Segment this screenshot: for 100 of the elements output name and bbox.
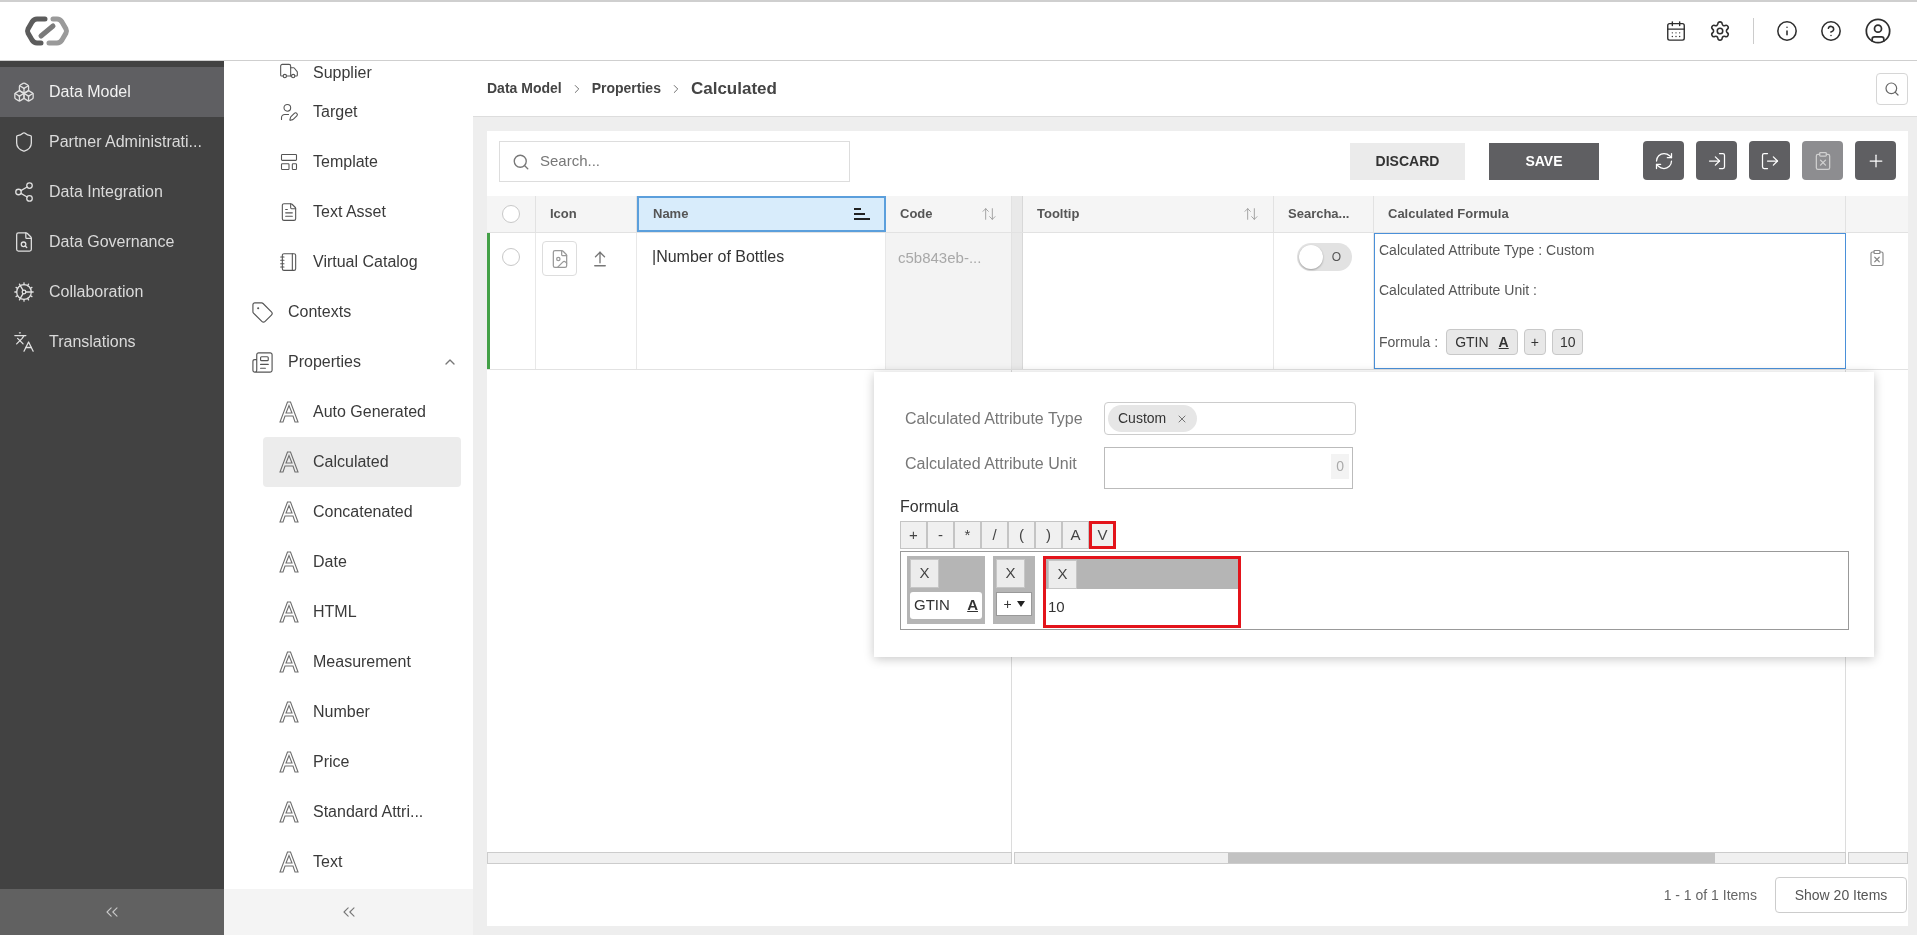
- scrollbar-thumb[interactable]: [1228, 853, 1715, 863]
- shield-icon: [13, 131, 35, 153]
- remove-button[interactable]: X: [910, 559, 939, 588]
- truck-icon: [279, 61, 299, 81]
- column-header[interactable]: Calculated Formula: [1374, 196, 1846, 232]
- operator-button[interactable]: *: [954, 521, 981, 549]
- nav-item[interactable]: Data Integration: [0, 167, 224, 217]
- save-button[interactable]: SAVE: [1489, 143, 1599, 180]
- column-header[interactable]: Searcha...: [1274, 196, 1374, 232]
- breadcrumb-link[interactable]: Properties: [591, 78, 661, 99]
- nav-item[interactable]: Virtual Catalog: [263, 237, 461, 287]
- import-button[interactable]: [1696, 141, 1737, 180]
- select-all-checkbox[interactable]: [502, 205, 520, 223]
- search-field[interactable]: Search...: [499, 141, 850, 182]
- caret-down-icon: [1016, 601, 1025, 607]
- operator-button[interactable]: +: [900, 521, 927, 549]
- letter-a-icon: [279, 851, 299, 873]
- nav-item[interactable]: Date: [263, 537, 461, 587]
- letter-a-icon: [279, 751, 299, 773]
- nav-item[interactable]: Properties: [238, 337, 472, 387]
- document-icon: [279, 202, 299, 222]
- operator-button[interactable]: A: [1062, 521, 1089, 549]
- search-icon: [1884, 80, 1900, 97]
- nav-item[interactable]: Translations: [0, 317, 224, 367]
- add-button[interactable]: [1855, 141, 1896, 180]
- arrow-into-box-icon: [1706, 150, 1727, 171]
- nav-item[interactable]: Calculated: [263, 437, 461, 487]
- operator-button[interactable]: -: [927, 521, 954, 549]
- remove-button[interactable]: X: [996, 559, 1025, 588]
- nav-item[interactable]: Data Model: [0, 67, 224, 117]
- template-icon: [279, 152, 299, 172]
- nav-item[interactable]: Supplier: [263, 61, 461, 87]
- value-field[interactable]: 10: [1046, 589, 1238, 625]
- letter-a-icon: [279, 601, 299, 623]
- nav-item[interactable]: Price: [263, 737, 461, 787]
- operator-button[interactable]: V: [1089, 521, 1116, 549]
- nav-item[interactable]: Text: [263, 837, 461, 887]
- letter-a-icon: [279, 451, 299, 473]
- remove-button[interactable]: X: [1048, 560, 1077, 589]
- help-icon[interactable]: [1820, 20, 1842, 42]
- operator-select[interactable]: +: [996, 592, 1032, 616]
- upload-icon[interactable]: [591, 250, 609, 268]
- discard-button[interactable]: DISCARD: [1350, 143, 1465, 180]
- image-placeholder-icon[interactable]: [542, 241, 577, 276]
- nav-item[interactable]: Number: [263, 687, 461, 737]
- nav-item[interactable]: Data Governance: [0, 217, 224, 267]
- refresh-icon: [1653, 150, 1674, 171]
- page-size-button[interactable]: Show 20 Items: [1775, 877, 1907, 913]
- type-glyph: A: [967, 595, 978, 616]
- nav-item[interactable]: Measurement: [263, 637, 461, 687]
- refresh-button[interactable]: [1643, 141, 1684, 180]
- letter-a-icon: [279, 801, 299, 823]
- token-chip: +: [1523, 329, 1546, 355]
- sort-arrows-icon[interactable]: [981, 206, 997, 222]
- notebook-icon: [279, 252, 299, 272]
- field-label: Calculated Attribute Unit: [905, 454, 1078, 474]
- calendar-icon[interactable]: [1665, 20, 1687, 42]
- letter-a-icon: [279, 701, 299, 723]
- nav-item[interactable]: HTML: [263, 587, 461, 637]
- search-icon: [512, 152, 530, 171]
- sort-lines-icon[interactable]: [854, 208, 870, 220]
- info-icon[interactable]: [1776, 20, 1798, 42]
- nav-item[interactable]: Collaboration: [0, 267, 224, 317]
- operator-button[interactable]: /: [981, 521, 1008, 549]
- letter-a-icon: [279, 651, 299, 673]
- clipboard-x-icon[interactable]: [1868, 249, 1886, 267]
- settings-icon[interactable]: [1709, 20, 1731, 42]
- user-pen-icon: [279, 102, 299, 122]
- export-button[interactable]: [1749, 141, 1790, 180]
- toggle-switch[interactable]: O: [1297, 243, 1352, 271]
- column-header[interactable]: Tooltip: [1023, 196, 1274, 232]
- nav-item[interactable]: Contexts: [238, 287, 472, 337]
- section-label: Formula: [900, 498, 959, 516]
- operator-button[interactable]: (: [1008, 521, 1035, 549]
- nav-item[interactable]: Concatenated: [263, 487, 461, 537]
- letter-a-icon: [279, 401, 299, 423]
- tag-icon: [251, 300, 274, 324]
- nav-item[interactable]: Standard Attri...: [263, 787, 461, 837]
- nav-item[interactable]: Target: [263, 87, 461, 137]
- user-avatar-icon[interactable]: [1864, 17, 1892, 45]
- column-header[interactable]: Name: [637, 196, 886, 232]
- pagination-summary: 1 - 1 of 1 Items: [1663, 885, 1757, 905]
- nav-item[interactable]: Template: [263, 137, 461, 187]
- operator-button[interactable]: ): [1035, 521, 1062, 549]
- breadcrumb-link[interactable]: Data Model: [487, 78, 562, 99]
- tags-field[interactable]: Custom: [1104, 402, 1356, 435]
- row-checkbox[interactable]: [502, 248, 520, 266]
- table-cell: c5b843eb-...: [886, 233, 1012, 369]
- nav-item[interactable]: Text Asset: [263, 187, 461, 237]
- search-button[interactable]: [1876, 72, 1908, 105]
- formula-text: Formula :: [1379, 332, 1439, 352]
- nav-item[interactable]: Partner Administrati...: [0, 117, 224, 167]
- field-label: Calculated Attribute Type: [905, 408, 1084, 429]
- sort-arrows-icon[interactable]: [1243, 206, 1259, 222]
- counter-badge: 0: [1331, 454, 1349, 479]
- letter-a-icon: [279, 501, 299, 523]
- formula-cell[interactable]: Calculated Attribute Type : Custom Calculated Attribute Unit : Formula : GTIN A + 10: [1374, 233, 1846, 369]
- formula-text: Calculated Attribute Type : Custom: [1379, 241, 1595, 259]
- logo-icon[interactable]: [24, 15, 70, 47]
- nav-item[interactable]: Auto Generated: [263, 387, 461, 437]
